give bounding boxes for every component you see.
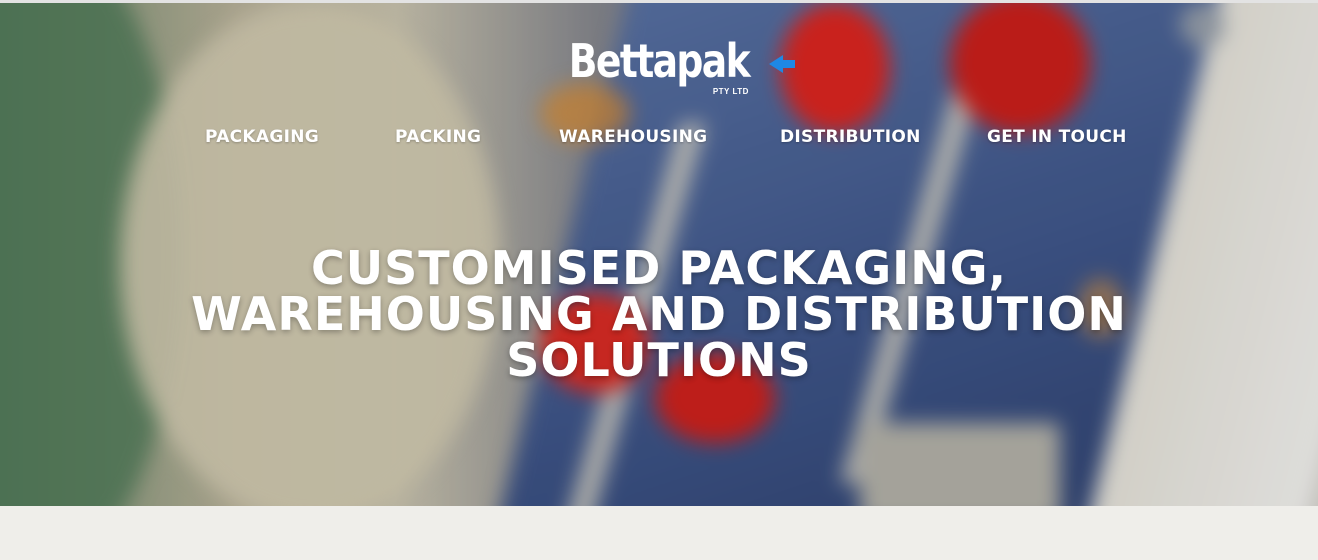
logo-suffix: PTY LTD	[712, 87, 749, 96]
nav-item-warehousing[interactable]: WAREHOUSING	[559, 127, 707, 147]
main-nav: PACKAGING PACKING WAREHOUSING DISTRIBUTI…	[0, 127, 1318, 153]
arrow-tail	[780, 60, 795, 68]
content-area	[0, 506, 1318, 560]
nav-item-packing[interactable]: PACKING	[395, 127, 481, 147]
site-logo[interactable]: Bettapak PTY LTD	[0, 33, 1318, 96]
hero-headline-line: CUSTOMISED PACKAGING,	[310, 240, 1008, 295]
hero-headline-line: SOLUTIONS	[506, 332, 812, 387]
nav-item-packaging[interactable]: PACKAGING	[205, 127, 319, 147]
page: Bettapak PTY LTD PACKAGING PACKING WAREH…	[0, 0, 1318, 560]
logo-mark: Bettapak PTY LTD	[549, 33, 795, 96]
hero-headline: CUSTOMISED PACKAGING, WAREHOUSING AND DI…	[0, 245, 1318, 383]
hero-banner: Bettapak PTY LTD PACKAGING PACKING WAREH…	[0, 3, 1318, 506]
nav-item-get-in-touch[interactable]: GET IN TOUCH	[987, 127, 1127, 147]
hero-headline-line: WAREHOUSING AND DISTRIBUTION	[191, 286, 1127, 341]
nav-item-distribution[interactable]: DISTRIBUTION	[780, 127, 921, 147]
logo-wordmark: Bettapak	[568, 34, 751, 88]
